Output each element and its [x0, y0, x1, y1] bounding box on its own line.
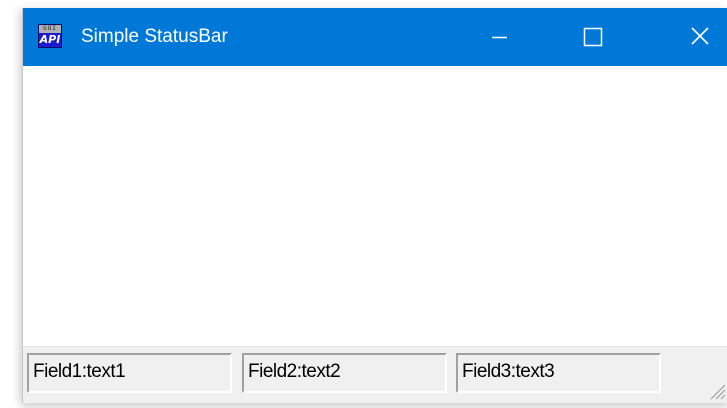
status-field-3: Field3:text3 — [456, 353, 661, 393]
close-icon — [691, 27, 709, 45]
status-field-2: Field2:text2 — [242, 353, 447, 393]
api-app-icon[interactable]: GUI API — [38, 24, 62, 48]
app-window: GUI API Simple StatusBar Field1:text1 Fi… — [22, 8, 727, 403]
resize-grip-icon[interactable] — [705, 379, 727, 401]
maximize-button[interactable] — [545, 8, 637, 66]
minimize-icon — [492, 36, 507, 39]
status-bar: Field1:text1 Field2:text2 Field3:text3 — [23, 346, 727, 403]
app-icon-bottom-text: API — [39, 33, 61, 46]
desktop-background: GUI API Simple StatusBar Field1:text1 Fi… — [0, 0, 727, 408]
window-title: Simple StatusBar — [81, 26, 228, 47]
status-field-1: Field1:text1 — [27, 353, 232, 393]
client-area[interactable] — [23, 66, 727, 346]
maximize-icon — [583, 27, 603, 47]
app-icon-top-text: GUI — [39, 25, 61, 33]
close-button[interactable] — [637, 8, 727, 66]
minimize-button[interactable] — [453, 8, 545, 66]
title-bar[interactable]: GUI API Simple StatusBar — [23, 8, 727, 66]
